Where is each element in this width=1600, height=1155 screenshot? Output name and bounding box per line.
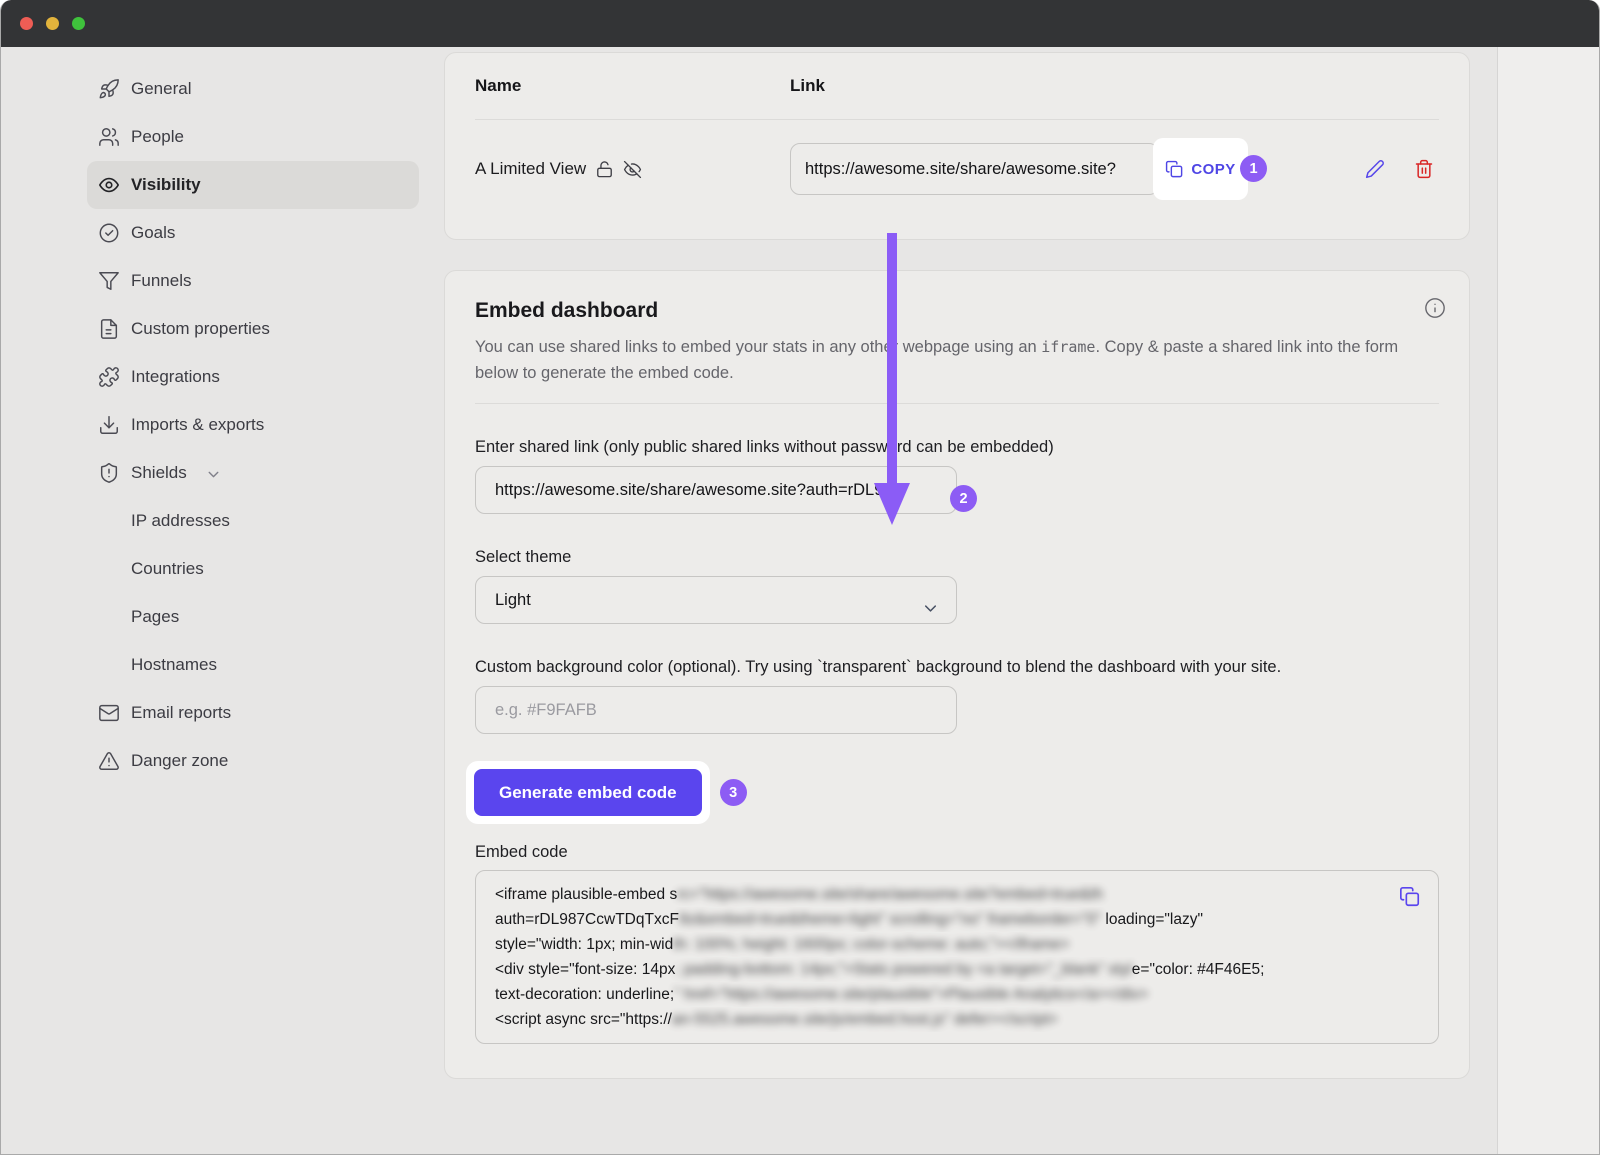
step-badge-2: 2 (950, 485, 977, 512)
zoom-button[interactable] (72, 17, 85, 30)
sidebar-item-label: Countries (131, 559, 204, 579)
sidebar-item-label: Email reports (131, 703, 231, 723)
users-icon (98, 126, 120, 148)
theme-field-wrap: Light (475, 576, 957, 624)
sidebar-item-label: Visibility (131, 175, 201, 195)
sidebar-item-imports-exports[interactable]: Imports & exports (87, 401, 419, 449)
delete-trash-icon[interactable] (1414, 159, 1434, 179)
shared-link-row: A Limited View (475, 143, 1439, 195)
copy-icon (1165, 160, 1184, 179)
sidebar-item-custom-properties[interactable]: Custom properties (87, 305, 419, 353)
embed-code-box[interactable]: <iframe plausible-embed src="https://awe… (475, 870, 1439, 1044)
sidebar-item-label: Danger zone (131, 751, 228, 771)
section-divider (475, 403, 1439, 404)
embed-card-description: You can use shared links to embed your s… (475, 334, 1439, 386)
sidebar-item-email-reports[interactable]: Email reports (87, 689, 419, 737)
sidebar-item-label: Hostnames (131, 655, 217, 675)
theme-field-label: Select theme (475, 546, 1439, 568)
sidebar-item-goals[interactable]: Goals (87, 209, 419, 257)
embed-code-text: <iframe plausible-embed src="https://awe… (495, 882, 1390, 1032)
envelope-icon (98, 702, 120, 724)
settings-main: Name Link A Limited View (444, 47, 1499, 1155)
bg-color-input[interactable] (475, 686, 957, 734)
eye-off-icon (623, 160, 642, 179)
shield-icon (98, 462, 120, 484)
sidebar-item-label: Goals (131, 223, 175, 243)
generate-embed-code-button[interactable]: Generate embed code (474, 769, 702, 816)
copy-link-button[interactable]: COPY (1153, 138, 1248, 200)
unlock-icon (595, 160, 614, 179)
sidebar-item-label: General (131, 79, 191, 99)
sidebar-item-label: Custom properties (131, 319, 270, 339)
sidebar-item-countries[interactable]: Countries (87, 545, 419, 593)
copy-code-icon[interactable] (1399, 886, 1421, 908)
sidebar-item-visibility[interactable]: Visibility (87, 161, 419, 209)
sidebar-item-label: Shields (131, 463, 187, 483)
shared-link-field-wrap: 2 (475, 466, 957, 514)
eye-icon (98, 174, 120, 196)
generate-row: Generate embed code 3 (466, 761, 1439, 824)
sidebar-item-ip-addresses[interactable]: IP addresses (87, 497, 419, 545)
settings-sidebar: General People Visibility (1, 47, 444, 1155)
warning-icon (98, 750, 120, 772)
close-button[interactable] (20, 17, 33, 30)
theme-select[interactable]: Light (475, 576, 957, 624)
shared-links-card: Name Link A Limited View (444, 52, 1470, 240)
copy-button-label: COPY (1191, 161, 1235, 178)
shared-link-name-label: A Limited View (475, 159, 586, 179)
sidebar-item-label: People (131, 127, 184, 147)
step-badge-3: 3 (720, 779, 747, 806)
shared-link-name: A Limited View (475, 159, 790, 179)
minimize-button[interactable] (46, 17, 59, 30)
chevron-down-icon (205, 466, 222, 483)
column-header-name: Name (475, 76, 790, 96)
sidebar-item-shields[interactable]: Shields (87, 449, 419, 497)
rocket-icon (98, 78, 120, 100)
document-icon (98, 318, 120, 340)
step-badge-1: 1 (1240, 155, 1267, 182)
info-icon[interactable] (1424, 297, 1446, 319)
embed-code-label: Embed code (475, 843, 1439, 862)
download-icon (98, 414, 120, 436)
sidebar-item-funnels[interactable]: Funnels (87, 257, 419, 305)
row-actions (1365, 159, 1439, 179)
bg-color-field-label: Custom background color (optional). Try … (475, 656, 1439, 678)
sidebar-item-general[interactable]: General (87, 65, 419, 113)
theme-select-value: Light (495, 591, 531, 610)
shared-links-header: Name Link (475, 53, 1439, 96)
app-window: General People Visibility (0, 0, 1600, 1155)
sidebar-item-people[interactable]: People (87, 113, 419, 161)
sidebar-item-label: Pages (131, 607, 179, 627)
edit-pencil-icon[interactable] (1365, 159, 1385, 179)
column-header-link: Link (790, 76, 825, 96)
sidebar-item-label: IP addresses (131, 511, 230, 531)
sidebar-item-danger-zone[interactable]: Danger zone (87, 737, 419, 785)
description-code: iframe (1041, 338, 1095, 356)
embed-shared-link-input[interactable] (475, 466, 957, 514)
settings-scroll-region: General People Visibility (1, 47, 1498, 1155)
embed-dashboard-card: Embed dashboard You can use shared links… (444, 270, 1470, 1079)
table-divider (475, 119, 1439, 120)
embed-card-title: Embed dashboard (475, 299, 1439, 323)
sidebar-item-hostnames[interactable]: Hostnames (87, 641, 419, 689)
shared-link-cell: COPY 1 (790, 143, 1159, 195)
sidebar-item-label: Integrations (131, 367, 220, 387)
generate-spotlight: Generate embed code (466, 761, 710, 824)
shared-link-url-input[interactable] (790, 143, 1159, 195)
funnel-icon (98, 270, 120, 292)
puzzle-icon (98, 366, 120, 388)
sidebar-item-label: Imports & exports (131, 415, 264, 435)
sidebar-item-pages[interactable]: Pages (87, 593, 419, 641)
check-circle-icon (98, 222, 120, 244)
sidebar-item-integrations[interactable]: Integrations (87, 353, 419, 401)
window-content: General People Visibility (1, 47, 1599, 1155)
shared-link-field-label: Enter shared link (only public shared li… (475, 436, 1439, 458)
window-titlebar (1, 0, 1599, 47)
sidebar-item-label: Funnels (131, 271, 191, 291)
description-text: You can use shared links to embed your s… (475, 338, 1041, 356)
